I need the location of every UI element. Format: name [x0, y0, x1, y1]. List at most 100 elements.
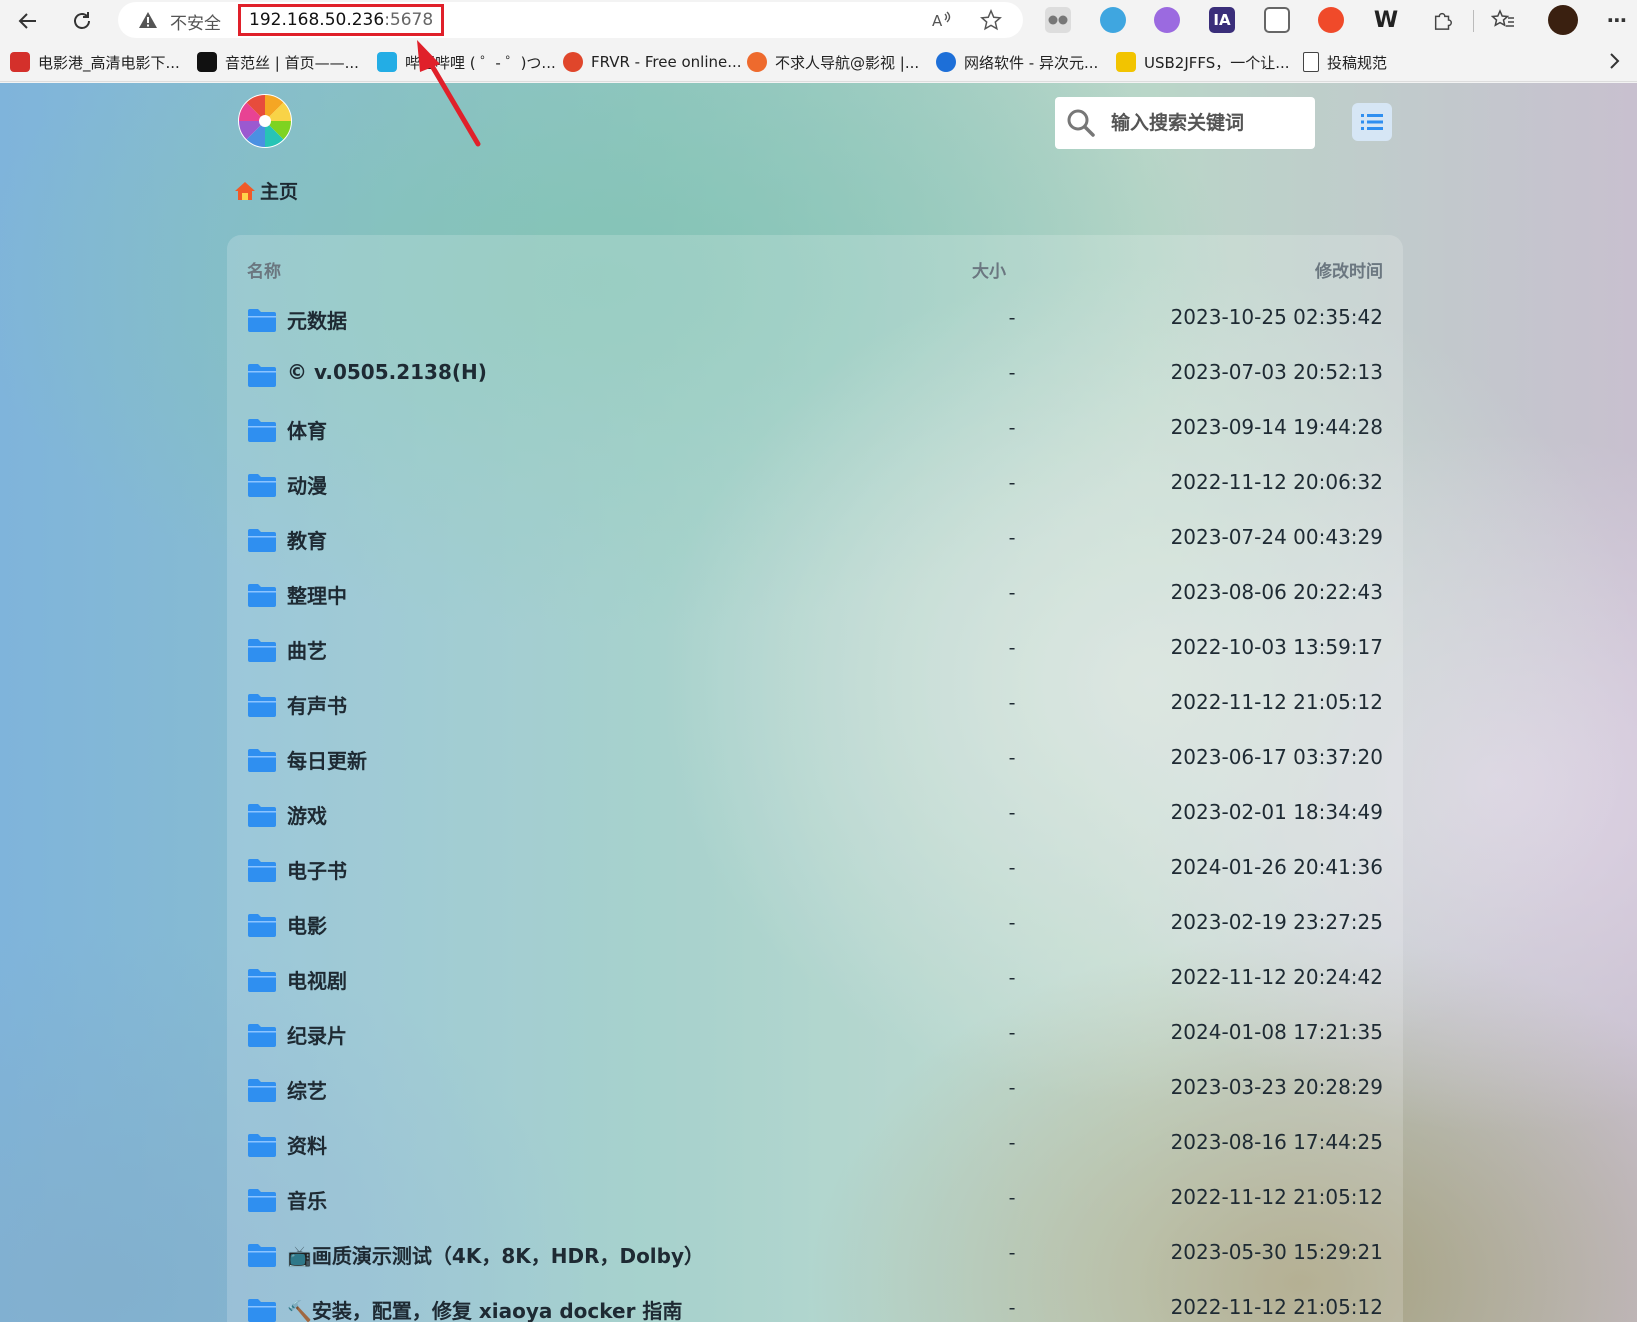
extension-ia-icon[interactable]: IA	[1209, 7, 1235, 33]
file-name[interactable]: 综艺	[287, 1075, 327, 1104]
file-size: -	[1008, 472, 1016, 494]
movie-site-icon	[10, 52, 30, 72]
warning-icon[interactable]	[138, 10, 158, 30]
toolbar-divider	[1473, 10, 1474, 32]
file-size: -	[1008, 417, 1016, 439]
file-name[interactable]: 电影	[287, 910, 327, 939]
extension-shield-icon[interactable]	[1100, 7, 1126, 33]
file-name[interactable]: 曲艺	[287, 635, 327, 664]
file-size: -	[1008, 1077, 1016, 1099]
reload-icon[interactable]	[62, 1, 102, 41]
usb-site-icon	[1116, 52, 1136, 72]
breadcrumb[interactable]: 主页	[234, 177, 298, 204]
bookmark-item[interactable]: 网络软件 - 异次元...	[936, 50, 1098, 74]
file-name[interactable]: 每日更新	[287, 745, 367, 774]
file-row[interactable]: 纪录片 - 2024-01-08 17:21:35	[227, 1008, 1403, 1063]
bookmark-item[interactable]: FRVR - Free online...	[563, 50, 742, 74]
file-row[interactable]: 体育 - 2023-09-14 19:44:28	[227, 403, 1403, 458]
file-row[interactable]: 电影 - 2023-02-19 23:27:25	[227, 898, 1403, 953]
file-row[interactable]: 音乐 - 2022-11-12 21:05:12	[227, 1173, 1403, 1228]
column-header-name[interactable]: 名称	[247, 257, 281, 282]
file-row[interactable]: 🔨安装，配置，修复 xiaoya docker 指南 - 2022-11-12 21…	[227, 1283, 1403, 1322]
file-name[interactable]: 有声书	[287, 690, 347, 719]
file-size: -	[1008, 1022, 1016, 1044]
address-bar[interactable]: 不安全 192.168.50.236:5678 A	[118, 2, 1023, 38]
file-name[interactable]: 电子书	[287, 855, 347, 884]
file-row[interactable]: 动漫 - 2022-11-12 20:06:32	[227, 458, 1403, 513]
favorite-star-icon[interactable]	[979, 8, 1003, 32]
file-row[interactable]: 游戏 - 2023-02-01 18:34:49	[227, 788, 1403, 843]
bookmark-item[interactable]: 音范丝 | 首页——...	[197, 50, 359, 74]
column-header-modified[interactable]: 修改时间	[1315, 257, 1383, 282]
file-name[interactable]: 纪录片	[287, 1020, 347, 1049]
bookmark-label: 电影港_高清电影下...	[38, 53, 180, 72]
extension-fox-icon[interactable]	[1318, 7, 1344, 33]
file-row[interactable]: © v.0505.2138(H) - 2023-07-03 20:52:13	[227, 348, 1403, 403]
favorites-list-icon[interactable]	[1490, 7, 1516, 33]
file-modified: 2023-09-14 19:44:28	[1170, 415, 1383, 439]
url-text[interactable]: 192.168.50.236:5678	[238, 4, 445, 36]
file-name[interactable]: 📺画质演示测试（4K，8K，HDR，Dolby）	[287, 1240, 704, 1269]
file-row[interactable]: 资料 - 2023-08-16 17:44:25	[227, 1118, 1403, 1173]
extensions-puzzle-icon[interactable]	[1430, 7, 1456, 33]
site-logo-icon[interactable]	[237, 93, 293, 149]
bookmark-item[interactable]: 投稿规范	[1303, 50, 1387, 74]
file-row[interactable]: 综艺 - 2023-03-23 20:28:29	[227, 1063, 1403, 1118]
file-modified: 2023-07-03 20:52:13	[1170, 360, 1383, 384]
file-row[interactable]: 电子书 - 2024-01-26 20:41:36	[227, 843, 1403, 898]
read-aloud-icon[interactable]: A	[930, 8, 954, 32]
file-list-panel: 名称 大小 修改时间 元数据 - 2023-10-25 02:35:42 © v.05…	[227, 235, 1403, 1322]
bookmark-item[interactable]: 电影港_高清电影下...	[10, 50, 180, 74]
search-box[interactable]	[1055, 97, 1315, 149]
chevron-right-icon[interactable]	[1607, 52, 1621, 75]
file-row[interactable]: 整理中 - 2023-08-06 20:22:43	[227, 568, 1403, 623]
folder-icon	[248, 694, 276, 717]
folder-icon	[248, 859, 276, 882]
file-name[interactable]: 资料	[287, 1130, 327, 1159]
file-row[interactable]: 有声书 - 2022-11-12 21:05:12	[227, 678, 1403, 733]
software-site-icon	[936, 52, 956, 72]
bookmark-item[interactable]: USB2JFFS，一个让...	[1116, 50, 1290, 74]
file-row[interactable]: 曲艺 - 2022-10-03 13:59:17	[227, 623, 1403, 678]
column-header-size[interactable]: 大小	[972, 257, 1006, 282]
file-name[interactable]: 教育	[287, 525, 327, 554]
back-icon[interactable]	[8, 1, 48, 41]
file-row[interactable]: 元数据 - 2023-10-25 02:35:42	[227, 293, 1403, 348]
file-size: -	[1008, 307, 1016, 329]
extension-brain-icon[interactable]	[1154, 7, 1180, 33]
file-modified: 2023-10-25 02:35:42	[1170, 305, 1383, 329]
file-name[interactable]: 游戏	[287, 800, 327, 829]
folder-icon	[248, 804, 276, 827]
search-icon	[1067, 109, 1095, 137]
list-view-toggle[interactable]	[1352, 103, 1392, 141]
search-input[interactable]	[1111, 107, 1301, 139]
file-name[interactable]: 🔨安装，配置，修复 xiaoya docker 指南	[287, 1295, 682, 1322]
file-name[interactable]: 元数据	[287, 305, 347, 334]
file-size: -	[1008, 1187, 1016, 1209]
file-row[interactable]: 每日更新 - 2023-06-17 03:37:20	[227, 733, 1403, 788]
avatar[interactable]	[1548, 5, 1578, 35]
bookmark-item[interactable]: 不求人导航@影视 |...	[747, 50, 919, 74]
file-name[interactable]: 体育	[287, 415, 327, 444]
file-size: -	[1008, 802, 1016, 824]
extension-glasses-icon[interactable]	[1045, 7, 1071, 33]
folder-icon	[248, 914, 276, 937]
more-menu-icon[interactable]: ⋯	[1604, 7, 1630, 33]
extension-w-icon[interactable]: W	[1373, 7, 1399, 33]
file-name[interactable]: © v.0505.2138(H)	[287, 360, 487, 384]
extension-copy-icon[interactable]	[1264, 7, 1290, 33]
file-name[interactable]: 动漫	[287, 470, 327, 499]
folder-icon	[248, 1024, 276, 1047]
document-icon	[1303, 52, 1319, 72]
file-row[interactable]: 电视剧 - 2022-11-12 20:24:42	[227, 953, 1403, 1008]
bookmark-item[interactable]: 哔哩哔哩 ( ゜- ゜)つ...	[377, 50, 556, 74]
file-name[interactable]: 整理中	[287, 580, 347, 609]
bookmark-label: USB2JFFS，一个让...	[1144, 53, 1290, 72]
file-name[interactable]: 音乐	[287, 1185, 327, 1214]
file-row[interactable]: 教育 - 2023-07-24 00:43:29	[227, 513, 1403, 568]
file-modified: 2024-01-26 20:41:36	[1170, 855, 1383, 879]
bookmark-label: 网络软件 - 异次元...	[964, 53, 1099, 72]
file-name[interactable]: 电视剧	[287, 965, 347, 994]
security-label[interactable]: 不安全	[170, 9, 221, 34]
file-row[interactable]: 📺画质演示测试（4K，8K，HDR，Dolby） - 2023-05-30 15:2…	[227, 1228, 1403, 1283]
